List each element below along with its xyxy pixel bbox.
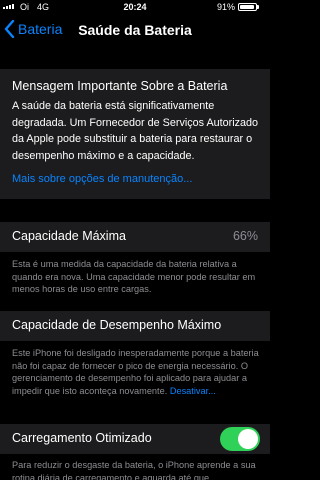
battery-icon: [238, 3, 257, 11]
important-message-card: Mensagem Importante Sobre a Bateria A sa…: [0, 69, 270, 199]
service-options-link[interactable]: Mais sobre opções de manutenção...: [12, 173, 192, 185]
optimized-charging-footnote: Para reduzir o desgaste da bateria, o iP…: [12, 460, 256, 480]
optimized-charging-row: Carregamento Otimizado: [0, 424, 270, 454]
toggle-knob: [238, 429, 258, 449]
disable-link[interactable]: Desativar...: [170, 386, 216, 396]
optimized-charging-label: Carregamento Otimizado: [12, 431, 152, 445]
peak-performance-row: Capacidade de Desempenho Máximo: [0, 311, 270, 341]
status-bar: Oi 4G 20:24 91%: [0, 0, 270, 14]
navigation-bar: Bateria Saúde da Bateria: [0, 14, 270, 48]
max-capacity-value: 66%: [232, 229, 258, 243]
message-body: A saúde da bateria está significativamen…: [12, 100, 259, 162]
message-title: Mensagem Importante Sobre a Bateria: [12, 79, 228, 93]
peak-performance-label: Capacidade de Desempenho Máximo: [12, 318, 222, 332]
peak-performance-text: Este iPhone foi desligado inesperadament…: [12, 348, 259, 396]
optimized-charging-toggle[interactable]: [220, 427, 260, 451]
max-capacity-footnote: Esta é uma medida da capacidade da bater…: [12, 259, 256, 294]
page-title: Saúde da Bateria: [78, 22, 192, 38]
battery-percent: 91%: [216, 2, 235, 12]
peak-performance-footnote: Este iPhone foi desligado inesperadament…: [12, 347, 260, 397]
max-capacity-row: Capacidade Máxima 66%: [0, 222, 270, 252]
max-capacity-label: Capacidade Máxima: [12, 229, 126, 243]
battery-tip: [257, 5, 259, 9]
